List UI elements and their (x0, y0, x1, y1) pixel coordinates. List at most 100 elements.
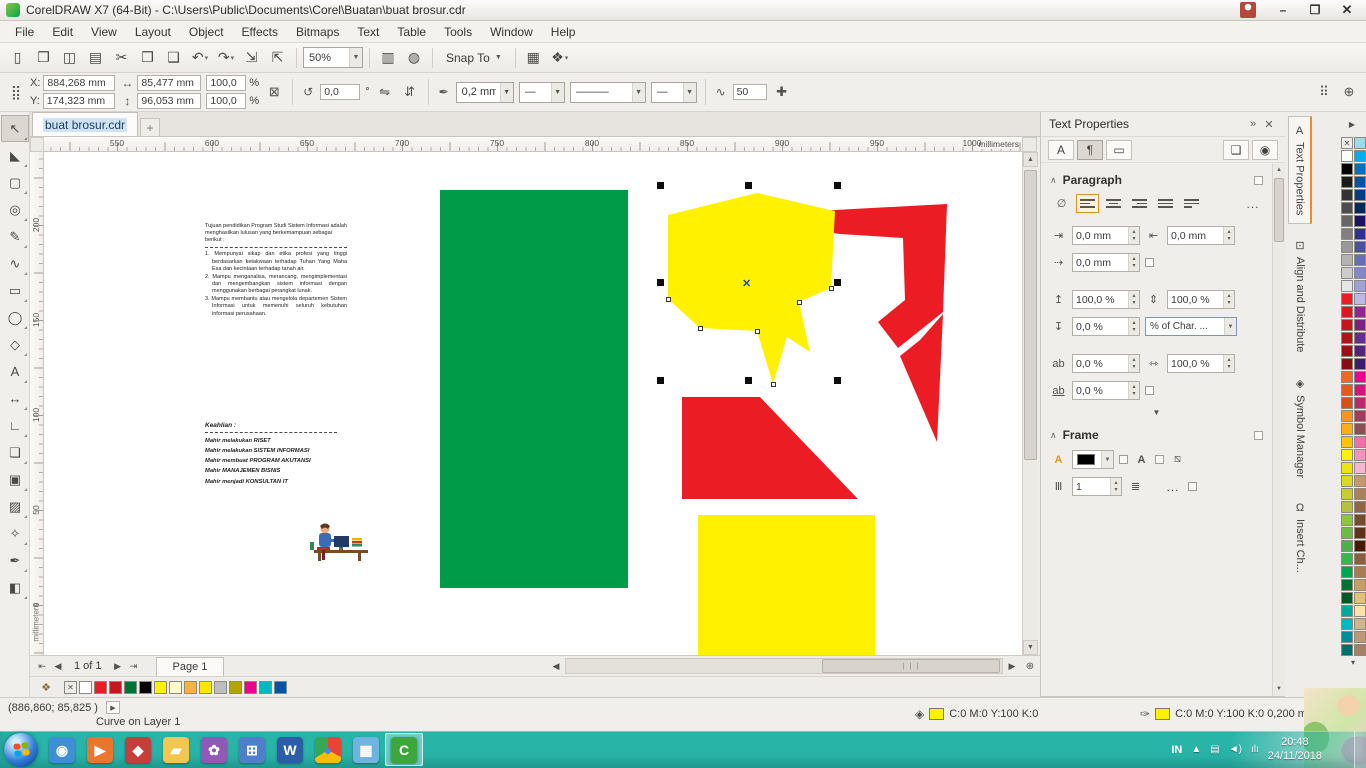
palette-color-swatch[interactable] (1354, 618, 1366, 630)
menu-item[interactable]: File (6, 22, 43, 42)
paragraph-props-button[interactable]: ¶ (1077, 139, 1103, 160)
palette-color-swatch[interactable] (1341, 423, 1353, 435)
scroll-up-button[interactable]: ▲ (1023, 152, 1038, 167)
section-option-checkbox[interactable] (1254, 430, 1263, 440)
document-palette-swatch[interactable] (214, 680, 227, 694)
spinner-arrows[interactable]: ▴ ▾ (1223, 291, 1234, 308)
palette-color-swatch[interactable] (1341, 436, 1353, 448)
new-document-icon[interactable]: ▯ (6, 46, 30, 70)
object-y-field[interactable]: 174,323 mm (42, 93, 115, 109)
redo-icon[interactable]: ↷ ▾ (214, 46, 238, 70)
messenger-icon[interactable]: ◉ (43, 733, 81, 766)
palette-color-swatch[interactable] (1354, 267, 1366, 279)
scroll-down-button[interactable]: ▼ (1023, 640, 1038, 655)
palette-color-swatch[interactable] (1354, 384, 1366, 396)
photo-viewer-icon[interactable]: ▦ (347, 733, 385, 766)
media-player-icon[interactable]: ▶ (81, 733, 119, 766)
palette-color-swatch[interactable] (1341, 371, 1353, 383)
yellow-curve-shape-selected[interactable] (668, 193, 835, 384)
palette-color-swatch[interactable] (1341, 189, 1353, 201)
menu-item[interactable]: Object (180, 22, 233, 42)
document-palette-swatch[interactable] (79, 680, 92, 694)
option-checkbox[interactable] (1155, 455, 1164, 464)
selection-handle[interactable] (657, 182, 664, 189)
word-spacing-field[interactable]: 0,0 % ▴ ▾ (1072, 354, 1140, 373)
selection-handle[interactable] (834, 279, 841, 286)
palette-color-swatch[interactable] (1354, 462, 1366, 474)
frame-flow-icon[interactable]: ⧅ (1169, 453, 1186, 466)
align-left-icon[interactable] (1076, 194, 1099, 213)
document-palette-swatch[interactable] (64, 680, 77, 694)
palette-color-swatch[interactable] (1341, 241, 1353, 253)
palette-color-swatch[interactable] (1341, 150, 1353, 162)
curve-node[interactable] (755, 329, 760, 334)
frame-color-dropdown[interactable]: ▼ (1072, 450, 1114, 469)
red-shape-bottom[interactable] (682, 397, 858, 499)
palette-color-swatch[interactable] (1354, 566, 1366, 578)
line-style-dropdown[interactable]: ——— ▼ (569, 81, 646, 103)
option-checkbox[interactable] (1145, 386, 1154, 395)
palette-color-swatch[interactable] (1354, 540, 1366, 552)
palette-color-swatch[interactable] (1354, 488, 1366, 500)
palette-color-swatch[interactable] (1354, 345, 1366, 357)
palette-color-swatch[interactable] (1354, 176, 1366, 188)
line-spacing-field[interactable]: 100,0 % ▴ ▾ (1167, 290, 1235, 309)
tab-align-and-distribute[interactable]: ⊡ Align and Distribute (1288, 230, 1312, 361)
palette-color-swatch[interactable] (1354, 358, 1366, 370)
view-mode-icon[interactable]: ◍ (402, 46, 426, 70)
spinner-arrows[interactable]: ▴ ▾ (1128, 227, 1139, 244)
open-icon[interactable]: ❐ (32, 46, 56, 70)
paint-icon[interactable]: ✿ (195, 733, 233, 766)
pick-tool[interactable]: ↖ (1, 115, 29, 142)
brochure-intro-text[interactable]: Tujuan pendidikan Program Studi Sistem I… (205, 223, 347, 319)
horizontal-scroll-thumb[interactable]: ❘❘❘ (822, 659, 1000, 673)
columns-field[interactable]: 1 ▴ ▾ (1072, 477, 1122, 496)
document-tab[interactable]: buat brosur.cdr (32, 112, 139, 136)
selection-handle[interactable] (834, 182, 841, 189)
fill-color-swatch[interactable] (929, 708, 945, 720)
folder-icon[interactable]: ▰ (157, 733, 195, 766)
previous-page-button[interactable]: ◀ (50, 658, 66, 674)
properties-grid-icon[interactable]: ⠿ (1314, 82, 1334, 102)
palette-color-swatch[interactable] (1354, 397, 1366, 409)
transparency-tool[interactable]: ▨ (1, 493, 29, 520)
frame-more-button[interactable]: ... (1163, 480, 1183, 494)
menu-item[interactable]: Text (348, 22, 388, 42)
alignment-more-button[interactable]: ... (1243, 197, 1263, 211)
quick-customize-button[interactable]: ⊕ (1339, 82, 1359, 102)
palette-color-swatch[interactable] (1341, 280, 1353, 292)
mirror-horizontal-button[interactable]: ⇋ (375, 82, 395, 102)
palette-scroll-down-button[interactable]: ▾ (1340, 658, 1366, 667)
selection-handle[interactable] (657, 279, 664, 286)
first-line-indent-field[interactable]: 0,0 mm ▴ ▾ (1072, 253, 1140, 272)
spinner-arrows[interactable]: ▴ ▾ (1128, 291, 1139, 308)
palette-color-swatch[interactable] (1341, 501, 1353, 513)
fullscreen-preview-icon[interactable]: ▥ (376, 46, 400, 70)
zoom-to-page-button[interactable]: ⊕ (1022, 658, 1038, 674)
frame-text-color-icon[interactable]: A (1133, 454, 1150, 466)
yellow-rectangle-shape[interactable] (698, 515, 875, 655)
network-tray-icon[interactable]: ılı (1251, 744, 1259, 755)
maximize-button[interactable]: ❐ (1302, 3, 1328, 17)
calculator-icon[interactable]: ⊞ (233, 733, 271, 766)
align-none-icon[interactable] (1050, 194, 1073, 213)
palette-color-swatch[interactable] (1354, 592, 1366, 604)
freehand-tool[interactable]: ✎ (1, 223, 29, 250)
connector-tool[interactable]: ∟ (1, 412, 29, 439)
ellipse-tool[interactable]: ◯ (1, 304, 29, 331)
menu-item[interactable]: Help (542, 22, 585, 42)
palette-color-swatch[interactable] (1354, 605, 1366, 617)
selection-handle[interactable] (834, 377, 841, 384)
volume-tray-icon[interactable]: ◄) (1229, 744, 1242, 755)
object-details-button[interactable]: ▶ (105, 701, 120, 714)
palette-color-swatch[interactable] (1341, 163, 1353, 175)
text-eyedropper-button[interactable]: ◉ (1252, 139, 1278, 160)
document-palette-swatch[interactable] (199, 680, 212, 694)
zoom-level-dropdown[interactable]: 50% ▼ (303, 47, 363, 68)
expand-paragraph-options-button[interactable]: ▼ (1153, 408, 1161, 417)
lock-ratio-button[interactable]: ⊠ (264, 82, 284, 102)
palette-color-swatch[interactable] (1341, 618, 1353, 630)
object-x-field[interactable]: 884,268 mm (43, 75, 116, 91)
undo-icon[interactable]: ↶ ▾ (188, 46, 212, 70)
option-checkbox[interactable] (1145, 258, 1154, 267)
